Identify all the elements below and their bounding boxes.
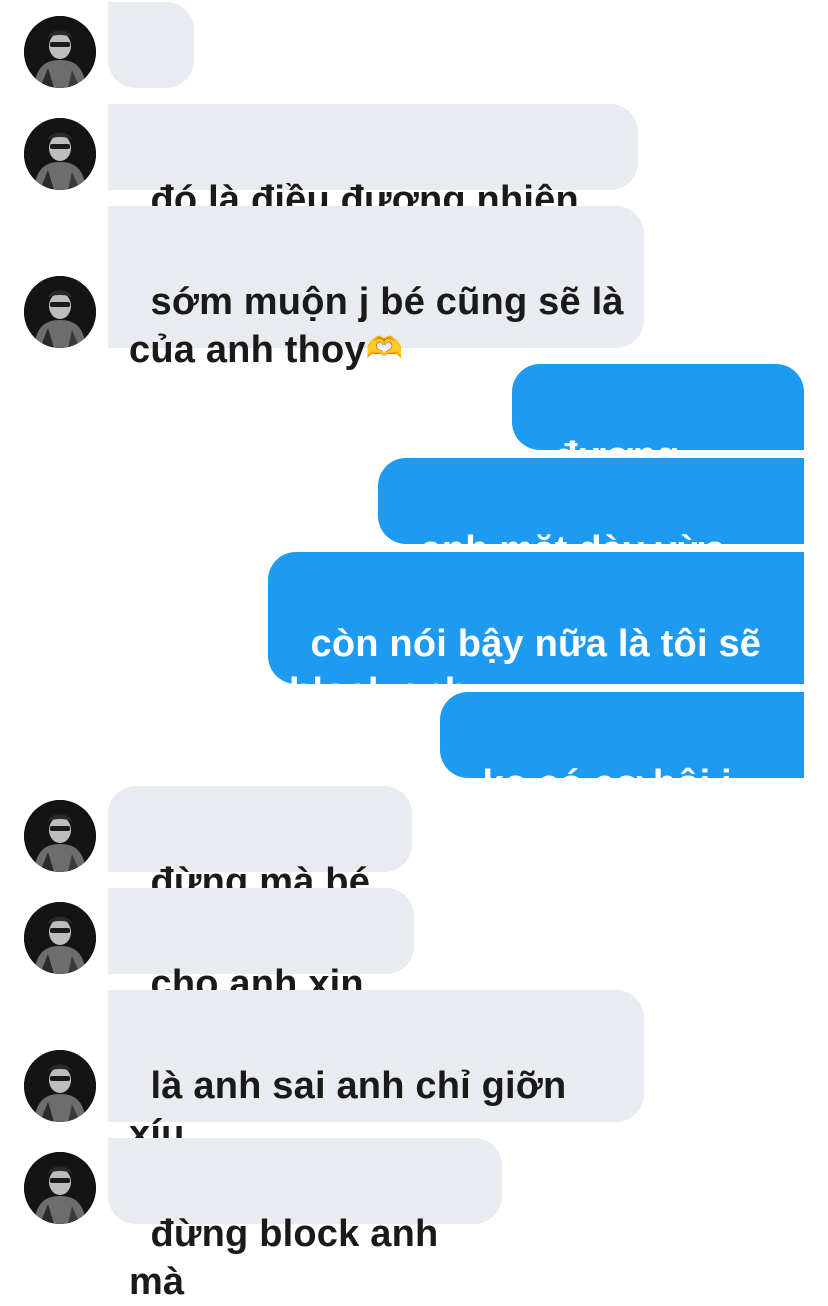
sender-avatar[interactable] (24, 276, 96, 348)
avatar-icon (24, 276, 96, 348)
message-bubble-incoming[interactable]: đó là điều đương nhiên mà (108, 104, 638, 269)
message-text: đừng block anh mà (129, 1213, 450, 1303)
message-bubble-incoming[interactable]: cho anh xin lỗi (108, 888, 414, 1053)
avatar-icon (24, 800, 96, 872)
message-bubble-incoming[interactable]: là anh sai anh chỉ giỡn xíu thôi (108, 990, 644, 1203)
sender-avatar[interactable] (24, 1050, 96, 1122)
sender-avatar[interactable] (24, 16, 96, 88)
message-bubble-outgoing[interactable]: đương nhiên? (512, 364, 804, 525)
message-bubble-incoming[interactable]: đừng block anh mà (108, 1138, 502, 1303)
avatar-icon (24, 16, 96, 88)
message-bubble-outgoing[interactable]: ko có cơ hội j hết (440, 692, 804, 853)
sender-avatar[interactable] (24, 902, 96, 974)
heart-hands-emoji-icon: 🫶 (365, 332, 404, 365)
avatar-icon (24, 902, 96, 974)
message-bubble-outgoing[interactable]: anh mặt dày vừa thôi (378, 458, 804, 619)
sender-avatar[interactable] (24, 1152, 96, 1224)
sender-avatar[interactable] (24, 118, 96, 190)
message-bubble-outgoing[interactable]: còn nói bậy nữa là tôi sẽ block anh (268, 552, 804, 713)
sender-avatar[interactable] (24, 800, 96, 872)
avatar-icon (24, 1050, 96, 1122)
message-bubble-incoming[interactable]: dạ (108, 2, 194, 167)
message-bubble-incoming[interactable]: sớm muộn j bé cũng sẽ là của anh thoy🫶 (108, 206, 644, 371)
avatar-icon (24, 1152, 96, 1224)
message-bubble-incoming[interactable]: đừng mà bé ơi (108, 786, 412, 951)
avatar-icon (24, 118, 96, 190)
message-text: ko có cơ hội j hết (461, 763, 743, 853)
